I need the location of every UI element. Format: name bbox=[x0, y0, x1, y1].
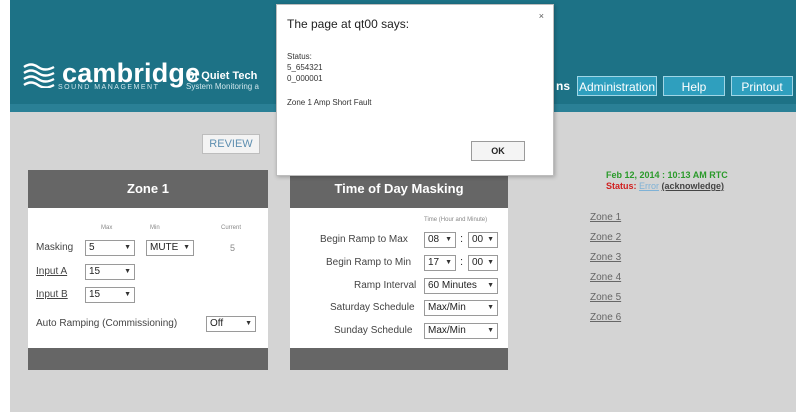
begin-max-hour-value: 08 bbox=[428, 234, 440, 245]
logo-subtitle: SOUND MANAGEMENT bbox=[58, 84, 160, 91]
zone-link-1[interactable]: Zone 1 bbox=[590, 212, 621, 223]
input-b-select[interactable]: 15 ▼ bbox=[85, 287, 135, 303]
tab-administration[interactable]: Administration bbox=[577, 76, 657, 96]
dropdown-arrow-icon: ▼ bbox=[124, 268, 131, 275]
ramp-interval-label: Ramp Interval bbox=[354, 280, 417, 291]
dialog-status-code-2: 0_000001 bbox=[287, 74, 323, 83]
col-current-label: Current bbox=[221, 225, 242, 231]
logo-text: cambridge bbox=[62, 58, 201, 88]
saturday-label: Saturday Schedule bbox=[330, 302, 415, 313]
tod-panel: Time of Day Masking Time (Hour and Minut… bbox=[290, 170, 508, 370]
dropdown-arrow-icon: ▼ bbox=[245, 320, 252, 327]
status-error-link[interactable]: Error bbox=[639, 181, 659, 191]
sunday-value: Max/Min bbox=[428, 325, 466, 336]
begin-max-minute-value: 00 bbox=[472, 234, 484, 245]
zone-link-2[interactable]: Zone 2 bbox=[590, 232, 621, 243]
zone-link-5[interactable]: Zone 5 bbox=[590, 292, 621, 303]
dropdown-arrow-icon: ▼ bbox=[183, 244, 190, 251]
time-separator: : bbox=[460, 233, 464, 245]
review-button[interactable]: REVIEW bbox=[202, 134, 260, 154]
tod-panel-footer bbox=[290, 348, 508, 370]
tab-help[interactable]: Help bbox=[663, 76, 725, 96]
col-max-label: Max bbox=[101, 225, 113, 231]
input-b-value: 15 bbox=[89, 289, 101, 300]
tab-printout[interactable]: Printout bbox=[731, 76, 793, 96]
ok-button[interactable]: OK bbox=[471, 141, 525, 161]
masking-label: Masking bbox=[36, 242, 74, 253]
begin-min-hour-value: 17 bbox=[428, 257, 440, 268]
sound-waves-icon bbox=[23, 63, 55, 88]
zone-panel-footer bbox=[28, 348, 268, 370]
input-b-link[interactable]: Input B bbox=[36, 289, 68, 300]
dialog-status-label: Status: bbox=[287, 52, 312, 61]
dropdown-arrow-icon: ▼ bbox=[487, 259, 494, 266]
masking-max-value: 5 bbox=[89, 242, 95, 253]
status-prefix: Status: bbox=[606, 181, 637, 191]
product-name: Qt Quiet Tech bbox=[186, 70, 258, 82]
begin-min-label: Begin Ramp to Min bbox=[326, 257, 412, 268]
sunday-select[interactable]: Max/Min ▼ bbox=[424, 323, 498, 339]
zone-panel: Zone 1 Max Min Current Masking 5 ▼ MUTE ▼ … bbox=[28, 170, 268, 370]
input-a-value: 15 bbox=[89, 266, 101, 277]
dropdown-arrow-icon: ▼ bbox=[487, 304, 494, 311]
zone-panel-title: Zone 1 bbox=[28, 170, 268, 208]
time-separator: : bbox=[460, 256, 464, 268]
ramp-interval-value: 60 Minutes bbox=[428, 280, 477, 291]
status-line: Status: Error (acknowledge) bbox=[606, 181, 724, 191]
dropdown-arrow-icon: ▼ bbox=[124, 244, 131, 251]
auto-ramping-value: Off bbox=[210, 318, 224, 329]
zone-link-3[interactable]: Zone 3 bbox=[590, 252, 621, 263]
masking-max-select[interactable]: 5 ▼ bbox=[85, 240, 135, 256]
auto-ramping-select[interactable]: Off ▼ bbox=[206, 316, 256, 332]
begin-min-hour-select[interactable]: 17 ▼ bbox=[424, 255, 456, 271]
dropdown-arrow-icon: ▼ bbox=[487, 282, 494, 289]
saturday-value: Max/Min bbox=[428, 302, 466, 313]
zone-link-6[interactable]: Zone 6 bbox=[590, 312, 621, 323]
begin-max-label: Begin Ramp to Max bbox=[320, 234, 408, 245]
begin-min-minute-select[interactable]: 00 ▼ bbox=[468, 255, 498, 271]
dialog-title: The page at qt00 says: bbox=[287, 17, 410, 31]
masking-min-value: MUTE bbox=[150, 242, 179, 253]
dropdown-arrow-icon: ▼ bbox=[487, 327, 494, 334]
col-time-label: Time (Hour and Minute) bbox=[424, 217, 488, 223]
begin-max-minute-select[interactable]: 00 ▼ bbox=[468, 232, 498, 248]
dropdown-arrow-icon: ▼ bbox=[124, 291, 131, 298]
dialog-message: Zone 1 Amp Short Fault bbox=[287, 98, 372, 107]
acknowledge-link[interactable]: (acknowledge) bbox=[662, 181, 725, 191]
close-icon[interactable]: × bbox=[539, 11, 544, 21]
col-min-label: Min bbox=[150, 225, 160, 231]
product-subtitle: System Monitoring a bbox=[186, 82, 259, 91]
input-a-link[interactable]: Input A bbox=[36, 266, 67, 277]
input-a-select[interactable]: 15 ▼ bbox=[85, 264, 135, 280]
rtc-datetime: Feb 12, 2014 : 10:13 AM RTC bbox=[606, 170, 728, 180]
ramp-interval-select[interactable]: 60 Minutes ▼ bbox=[424, 278, 498, 294]
begin-min-minute-value: 00 bbox=[472, 257, 484, 268]
nav-partial-tab[interactable]: ns bbox=[556, 76, 576, 96]
alert-dialog: The page at qt00 says: × Status: 5_65432… bbox=[276, 4, 554, 176]
masking-min-select[interactable]: MUTE ▼ bbox=[146, 240, 194, 256]
masking-current-value: 5 bbox=[230, 243, 236, 253]
sunday-label: Sunday Schedule bbox=[334, 325, 413, 336]
dialog-status-code-1: 5_654321 bbox=[287, 63, 323, 72]
zone-link-4[interactable]: Zone 4 bbox=[590, 272, 621, 283]
dropdown-arrow-icon: ▼ bbox=[445, 259, 452, 266]
dropdown-arrow-icon: ▼ bbox=[487, 236, 494, 243]
auto-ramping-label: Auto Ramping (Commissioning) bbox=[36, 318, 178, 329]
dropdown-arrow-icon: ▼ bbox=[445, 236, 452, 243]
begin-max-hour-select[interactable]: 08 ▼ bbox=[424, 232, 456, 248]
saturday-select[interactable]: Max/Min ▼ bbox=[424, 300, 498, 316]
